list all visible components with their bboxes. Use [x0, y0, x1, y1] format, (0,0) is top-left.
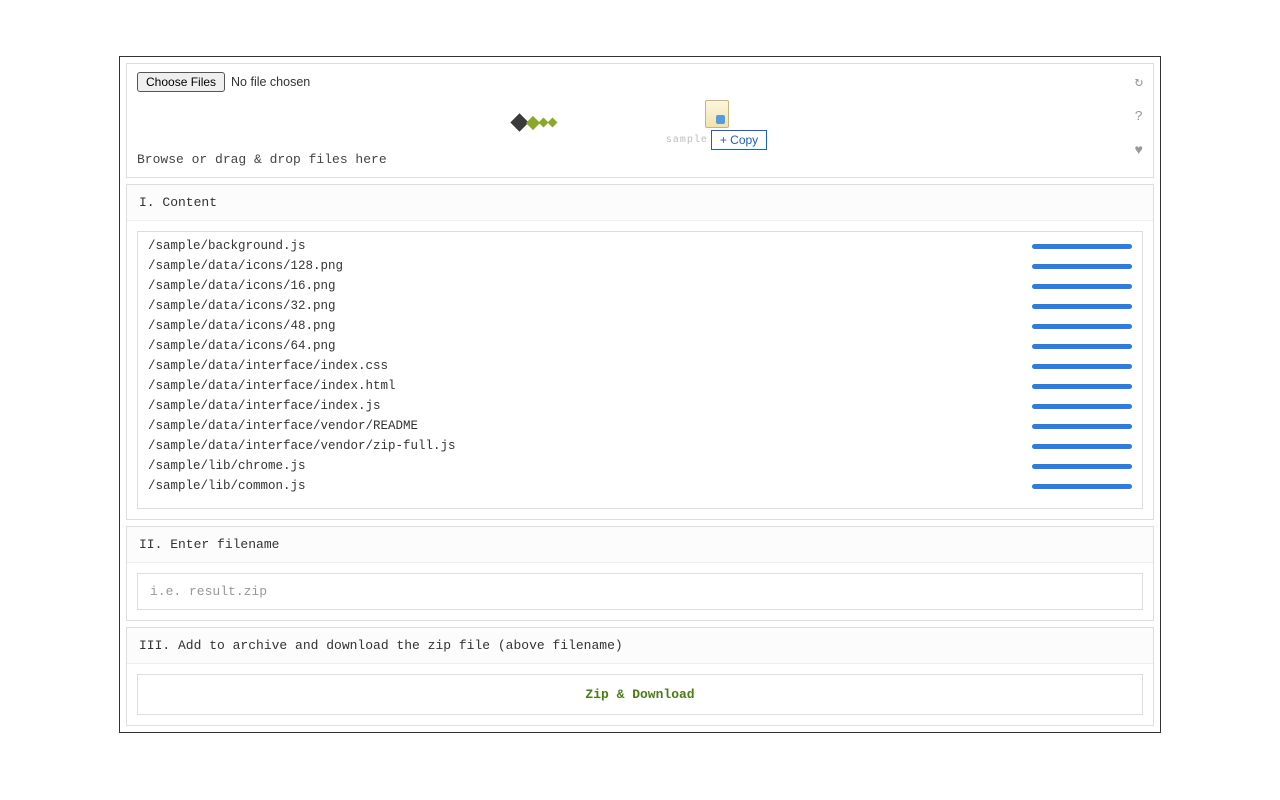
progress-bar — [1032, 364, 1132, 369]
progress-bar — [1032, 284, 1132, 289]
folder-icon — [705, 100, 729, 128]
archive-panel: III. Add to archive and download the zip… — [126, 627, 1154, 726]
file-row: /sample/lib/chrome.js — [138, 456, 1142, 476]
choose-files-button[interactable]: Choose Files — [137, 72, 225, 92]
dropzone-panel[interactable]: Choose Files No file chosen sample + Cop… — [126, 63, 1154, 178]
folder-name-label: sample — [666, 135, 708, 146]
file-row: /sample/data/icons/64.png — [138, 336, 1142, 356]
progress-bar — [1032, 404, 1132, 409]
progress-bar — [1032, 444, 1132, 449]
file-path-label: /sample/data/icons/48.png — [148, 319, 336, 333]
folder-preview: sample + Copy — [666, 100, 767, 150]
file-row: /sample/background.js — [138, 236, 1142, 256]
file-row: /sample/data/icons/48.png — [138, 316, 1142, 336]
progress-bar — [1032, 384, 1132, 389]
help-icon[interactable]: ? — [1135, 109, 1143, 125]
app-window: Choose Files No file chosen sample + Cop… — [119, 56, 1161, 733]
file-row: /sample/lib/common.js — [138, 476, 1142, 496]
file-path-label: /sample/data/icons/32.png — [148, 299, 336, 313]
zip-download-button[interactable]: Zip & Download — [137, 674, 1143, 715]
file-path-label: /sample/data/interface/vendor/zip-full.j… — [148, 439, 456, 453]
reload-icon[interactable]: ↻ — [1135, 74, 1143, 91]
file-path-label: /sample/lib/chrome.js — [148, 459, 306, 473]
dropzone-graphics: sample + Copy — [127, 100, 1153, 150]
progress-bar — [1032, 344, 1132, 349]
file-row: /sample/data/icons/32.png — [138, 296, 1142, 316]
file-path-label: /sample/data/icons/128.png — [148, 259, 343, 273]
progress-bar — [1032, 304, 1132, 309]
heart-icon[interactable]: ♥ — [1135, 143, 1143, 159]
progress-bar — [1032, 484, 1132, 489]
file-row: /sample/data/interface/index.html — [138, 376, 1142, 396]
no-file-label: No file chosen — [231, 75, 310, 89]
file-path-label: /sample/background.js — [148, 239, 306, 253]
content-panel: I. Content /sample/background.js/sample/… — [126, 184, 1154, 520]
file-path-label: /sample/data/icons/16.png — [148, 279, 336, 293]
progress-bar — [1032, 264, 1132, 269]
file-path-label: /sample/data/interface/index.html — [148, 379, 396, 393]
archive-panel-title: III. Add to archive and download the zip… — [127, 628, 1153, 664]
filename-panel-title: II. Enter filename — [127, 527, 1153, 563]
file-row: /sample/data/interface/index.css — [138, 356, 1142, 376]
filename-panel: II. Enter filename — [126, 526, 1154, 621]
dropzone-hint: Browse or drag & drop files here — [137, 152, 1143, 167]
content-panel-title: I. Content — [127, 185, 1153, 221]
copy-button[interactable]: + Copy — [711, 130, 767, 150]
file-path-label: /sample/data/interface/index.js — [148, 399, 381, 413]
diamond-loader-icon — [513, 116, 556, 129]
file-path-label: /sample/data/interface/index.css — [148, 359, 388, 373]
file-row: /sample/data/interface/vendor/zip-full.j… — [138, 436, 1142, 456]
file-list[interactable]: /sample/background.js/sample/data/icons/… — [137, 231, 1143, 509]
progress-bar — [1032, 464, 1132, 469]
file-path-label: /sample/data/interface/vendor/README — [148, 419, 418, 433]
file-path-label: /sample/lib/common.js — [148, 479, 306, 493]
file-row: /sample/data/interface/vendor/README — [138, 416, 1142, 436]
progress-bar — [1032, 324, 1132, 329]
file-path-label: /sample/data/icons/64.png — [148, 339, 336, 353]
file-row: /sample/data/icons/16.png — [138, 276, 1142, 296]
file-row: /sample/data/icons/128.png — [138, 256, 1142, 276]
progress-bar — [1032, 424, 1132, 429]
filename-input[interactable] — [137, 573, 1143, 610]
progress-bar — [1032, 244, 1132, 249]
file-row: /sample/data/interface/index.js — [138, 396, 1142, 416]
